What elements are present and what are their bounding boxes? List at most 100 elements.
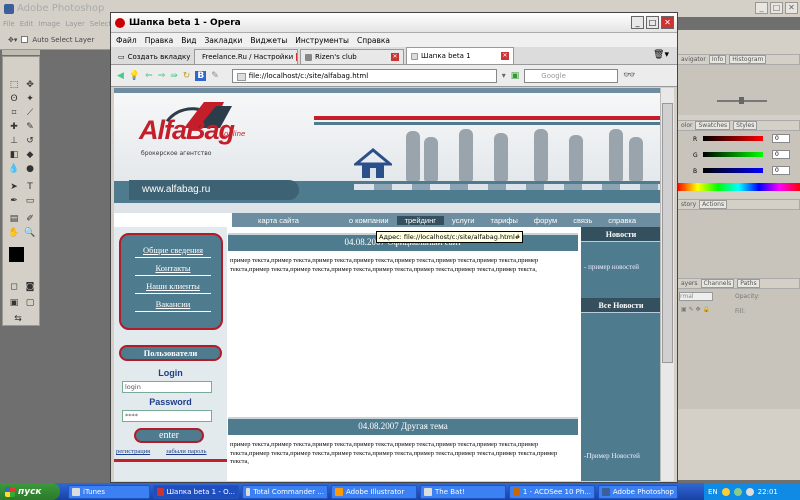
b-value[interactable]: 0 <box>772 166 790 175</box>
go-icon[interactable]: ▣ <box>511 71 520 81</box>
trash-icon[interactable]: 🗑▾ <box>653 50 669 60</box>
opera-menu-tools[interactable]: Инструменты <box>295 36 349 45</box>
opera-close-button[interactable]: ✕ <box>661 16 674 29</box>
ps-menu-layer[interactable]: Layer <box>65 20 85 28</box>
opera-menu-help[interactable]: Справка <box>357 36 390 45</box>
auto-select-checkbox[interactable] <box>21 36 29 43</box>
address-bar[interactable]: file://localhost/c:/site/alfabag.html <box>231 68 497 83</box>
shape-tool-icon[interactable]: ▭ <box>23 195 37 207</box>
ps-menu-image[interactable]: Image <box>38 20 60 28</box>
maximize-button[interactable]: □ <box>770 2 783 14</box>
menu-general-info[interactable]: Общие сведения <box>135 245 211 258</box>
forgot-password-link[interactable]: забыли пароль <box>166 448 206 455</box>
new-tab-button[interactable]: ▭ Создать вкладку <box>114 49 192 64</box>
opera-menu-bookmarks[interactable]: Закладки <box>205 36 243 45</box>
brush-tool-icon[interactable]: ✎ <box>23 121 37 133</box>
tab-color[interactable]: olor <box>681 122 692 129</box>
marquee-tool-icon[interactable]: ⬚ <box>7 79 21 91</box>
zoom-tool-icon[interactable]: 🔍 <box>23 227 37 239</box>
r-slider[interactable] <box>703 136 763 141</box>
tab-actions[interactable]: Actions <box>699 200 728 209</box>
reload-icon[interactable]: ↻ <box>183 71 191 81</box>
language-indicator[interactable]: EN <box>708 488 718 496</box>
nav-contact[interactable]: связь <box>565 216 600 225</box>
magic-wand-icon[interactable]: ✦ <box>23 93 37 105</box>
news-sidebar-item[interactable]: - пример новостей <box>584 263 639 271</box>
zoom-slider-thumb[interactable] <box>739 97 744 104</box>
eraser-tool-icon[interactable]: ◧ <box>7 149 21 161</box>
clock[interactable]: 22:01 <box>758 488 778 496</box>
tab-rizens-club[interactable]: Rizen's club ✕ <box>300 49 404 64</box>
tab-swatches[interactable]: Swatches <box>695 121 731 130</box>
opera-minimize-button[interactable]: _ <box>631 16 644 29</box>
tray-icon[interactable] <box>733 487 742 496</box>
login-input[interactable]: login <box>122 381 212 393</box>
tab-history[interactable]: story <box>681 201 696 208</box>
path-select-icon[interactable]: ➤ <box>7 181 21 193</box>
nav-about[interactable]: о компании <box>341 216 397 225</box>
bucket-tool-icon[interactable]: ◆ <box>23 149 37 161</box>
tab-histogram[interactable]: Histogram <box>729 55 767 64</box>
nav-services[interactable]: услуги <box>444 216 482 225</box>
hand-tool-icon[interactable]: ✋ <box>7 227 21 239</box>
jump-to-imageready-icon[interactable]: ⇆ <box>11 313 25 325</box>
tab-close-icon[interactable]: ✕ <box>296 53 297 61</box>
tray-icon[interactable] <box>745 487 754 496</box>
nav-forum[interactable]: форум <box>526 216 565 225</box>
taskbar-photoshop[interactable]: Adobe Photoshop <box>598 484 678 499</box>
opera-menu-widgets[interactable]: Виджеты <box>250 36 287 45</box>
menu-vacancies[interactable]: Вакансии <box>135 299 211 312</box>
tab-styles[interactable]: Styles <box>733 121 758 130</box>
taskbar-total-commander[interactable]: Total Commander ... <box>242 484 328 499</box>
wand-b-icon[interactable]: B <box>195 70 207 81</box>
minimize-button[interactable]: _ <box>755 2 768 14</box>
back-icon[interactable]: ◀ <box>117 71 124 81</box>
tab-close-icon[interactable]: ✕ <box>501 52 509 60</box>
tab-freelance[interactable]: Freelance.Ru / Настройки ✕ <box>194 49 298 64</box>
nav-tariffs[interactable]: тарифы <box>482 216 525 225</box>
crop-tool-icon[interactable]: ⌗ <box>7 107 21 119</box>
dodge-tool-icon[interactable]: ● <box>23 163 37 175</box>
menu-clients[interactable]: Наши клиенты <box>135 281 211 294</box>
tab-paths[interactable]: Paths <box>737 279 760 288</box>
quick-mask-off-icon[interactable]: ◻ <box>7 281 21 293</box>
edit-icon[interactable]: ✎ <box>211 71 219 81</box>
rewind-icon[interactable]: ⇐ <box>145 71 153 81</box>
lock-icons[interactable]: ▣ ✎ ✥ 🔒 <box>681 306 710 313</box>
ps-menu-edit[interactable]: Edit <box>20 20 34 28</box>
taskbar-itunes[interactable]: iTunes <box>68 484 150 499</box>
all-news-item[interactable]: -Пример Новостей <box>584 452 640 460</box>
taskbar-opera[interactable]: Шапка beta 1 - O... <box>153 484 239 499</box>
b-slider[interactable] <box>703 168 763 173</box>
ps-menu-select[interactable]: Select <box>90 20 112 28</box>
move-tool-icon[interactable]: ✥ <box>23 79 37 91</box>
taskbar-the-bat[interactable]: The Bat! <box>420 484 506 499</box>
page-scrollbar[interactable] <box>660 88 674 481</box>
password-input[interactable]: **** <box>122 410 212 422</box>
opera-menu-view[interactable]: Вид <box>181 36 196 45</box>
close-button[interactable]: ✕ <box>785 2 798 14</box>
stamp-tool-icon[interactable]: ⊥ <box>7 135 21 147</box>
enter-button[interactable]: enter <box>134 428 204 443</box>
taskbar-acdsee[interactable]: 1 - ACDSee 10 Ph... <box>509 484 595 499</box>
history-brush-icon[interactable]: ↺ <box>23 135 37 147</box>
nav-help[interactable]: справка <box>600 216 644 225</box>
pen-tool-icon[interactable]: ✒ <box>7 195 21 207</box>
slice-tool-icon[interactable]: ⟋ <box>23 107 37 119</box>
move-tool-icon[interactable]: ✥▾ <box>8 36 17 44</box>
register-link[interactable]: регистрация <box>116 448 150 455</box>
tab-navigator[interactable]: avigator <box>681 56 706 63</box>
taskbar-illustrator[interactable]: Adobe Illustrator <box>331 484 417 499</box>
tab-shapka-beta[interactable]: Шапка beta 1 ✕ <box>406 47 514 64</box>
tab-close-icon[interactable]: ✕ <box>391 53 399 61</box>
blend-mode-select[interactable]: rmal <box>679 292 713 301</box>
type-tool-icon[interactable]: T <box>23 181 37 193</box>
r-value[interactable]: 0 <box>772 134 790 143</box>
opera-menu-file[interactable]: Файл <box>116 36 137 45</box>
tab-layers[interactable]: ayers <box>681 280 698 287</box>
ps-menu-file[interactable]: File <box>3 20 15 28</box>
search-field[interactable]: Google <box>524 68 619 83</box>
notes-tool-icon[interactable]: ▤ <box>7 213 21 225</box>
screen-mode-icon[interactable]: ▣ <box>7 297 21 309</box>
quick-mask-on-icon[interactable]: ◙ <box>23 281 37 293</box>
